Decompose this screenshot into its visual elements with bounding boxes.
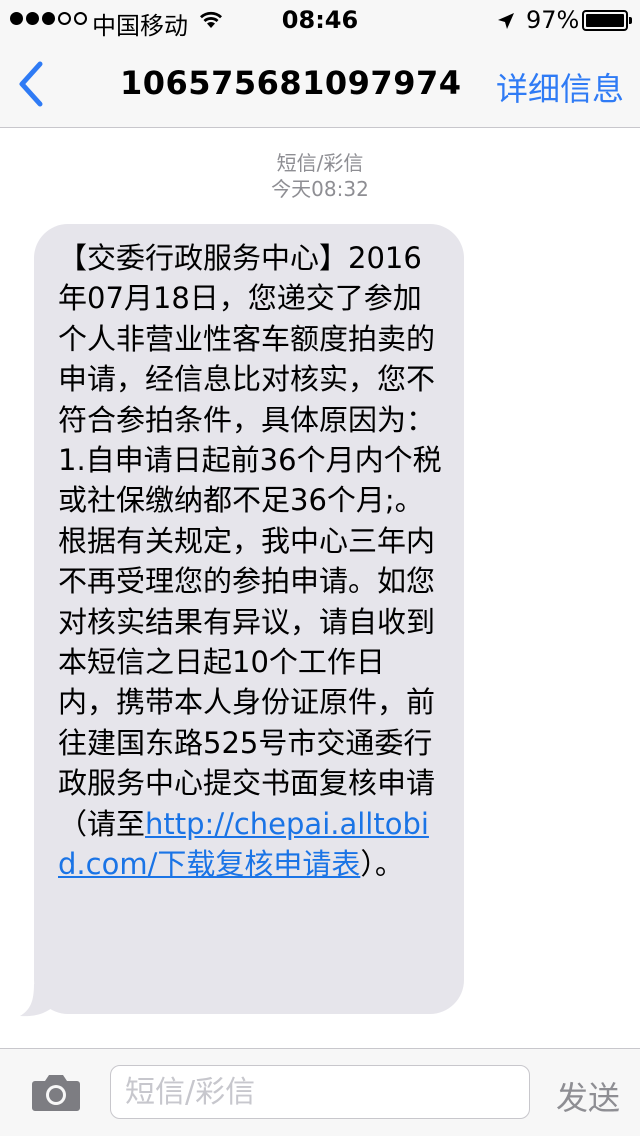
carrier-name: 中国移动 xyxy=(92,12,188,40)
location-arrow-icon xyxy=(496,9,516,37)
signal-strength-icon xyxy=(10,12,87,25)
back-button[interactable] xyxy=(12,58,52,110)
thread-header: 短信/彩信 今天08:32 xyxy=(0,150,640,202)
wifi-icon xyxy=(197,8,225,36)
camera-button[interactable] xyxy=(30,1071,82,1117)
message-text: 【交委行政服务中心】2016年07月18日，您递交了参加个人非营业性客车额度拍卖… xyxy=(58,238,442,885)
message-body: 【交委行政服务中心】2016年07月18日，您递交了参加个人非营业性客车额度拍卖… xyxy=(58,241,442,841)
send-button[interactable]: 发送 xyxy=(556,1073,620,1119)
camera-icon xyxy=(32,1075,80,1111)
battery-icon xyxy=(582,10,632,31)
conversation-title: 10657568109797​4... xyxy=(120,64,460,102)
message-type-label: 短信/彩信 xyxy=(276,151,364,175)
navigation-bar: 10657568109797​4... 详细信息 xyxy=(0,40,640,128)
message-input[interactable] xyxy=(110,1065,530,1119)
compose-bar: 发送 xyxy=(0,1048,640,1136)
bubble-tail xyxy=(20,984,58,1017)
message-timestamp: 今天08:32 xyxy=(271,177,369,201)
chevron-left-icon xyxy=(19,61,43,107)
status-bar: 中国移动 08:46 97% xyxy=(0,0,640,40)
message-bubble[interactable]: 【交委行政服务中心】2016年07月18日，您递交了参加个人非营业性客车额度拍卖… xyxy=(34,224,464,1014)
message-body-end: ）。 xyxy=(360,847,404,882)
battery-percent: 97% xyxy=(526,6,580,34)
details-button[interactable]: 详细信息 xyxy=(496,64,624,110)
